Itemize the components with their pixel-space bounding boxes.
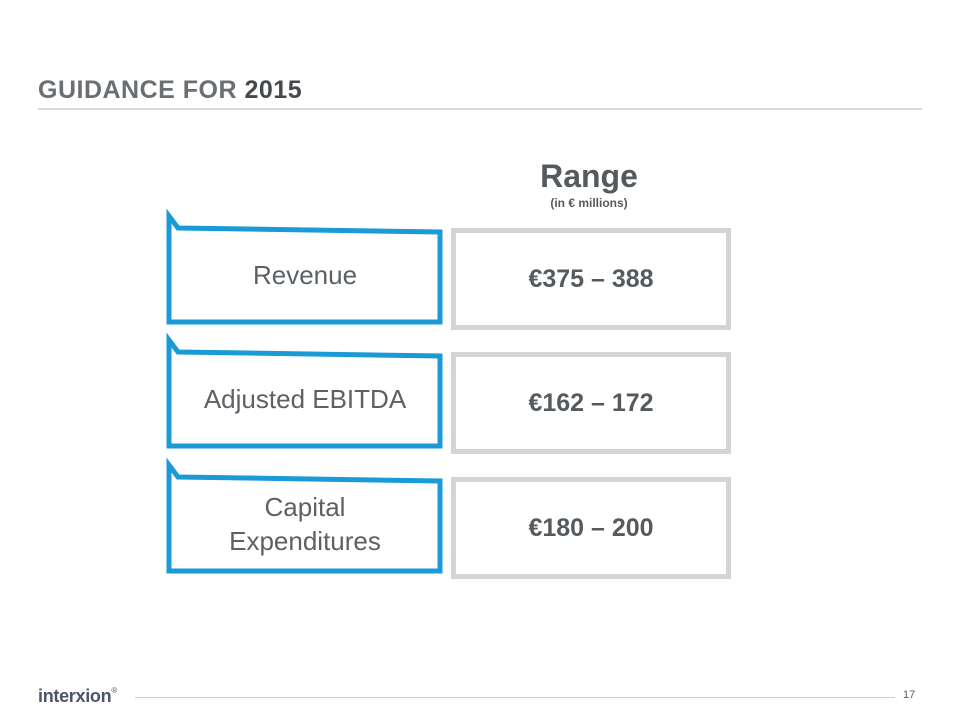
footer-divider bbox=[135, 697, 895, 698]
slide-title-prefix: GUIDANCE FOR bbox=[38, 76, 245, 104]
guidance-label-text: Capital Expenditures bbox=[229, 492, 381, 556]
guidance-label-adjusted-ebitda: Adjusted EBITDA bbox=[166, 332, 444, 449]
range-heading-subtitle: (in € millions) bbox=[550, 196, 628, 210]
guidance-value-adjusted-ebitda: €162 – 172 bbox=[451, 352, 731, 454]
slide-title: GUIDANCE FOR 2015 bbox=[38, 76, 302, 105]
guidance-value-capital-expenditures: €180 – 200 bbox=[451, 477, 731, 579]
logo-registered-mark: ® bbox=[111, 686, 117, 695]
slide-title-year: 2015 bbox=[244, 76, 303, 104]
interxion-logo: interxion® bbox=[38, 686, 117, 707]
logo-wordmark: interxion bbox=[38, 686, 112, 706]
range-heading: Range (in € millions) bbox=[452, 157, 726, 211]
guidance-label-text: Revenue bbox=[252, 260, 358, 290]
title-divider bbox=[38, 108, 922, 110]
guidance-label-revenue: Revenue bbox=[166, 208, 444, 325]
guidance-label-text: Adjusted EBITDA bbox=[203, 384, 407, 414]
guidance-value-revenue: €375 – 388 bbox=[451, 228, 731, 330]
range-heading-title: Range bbox=[540, 158, 638, 194]
guidance-label-capital-expenditures: Capital Expenditures bbox=[166, 457, 444, 574]
page-number: 17 bbox=[903, 689, 916, 701]
